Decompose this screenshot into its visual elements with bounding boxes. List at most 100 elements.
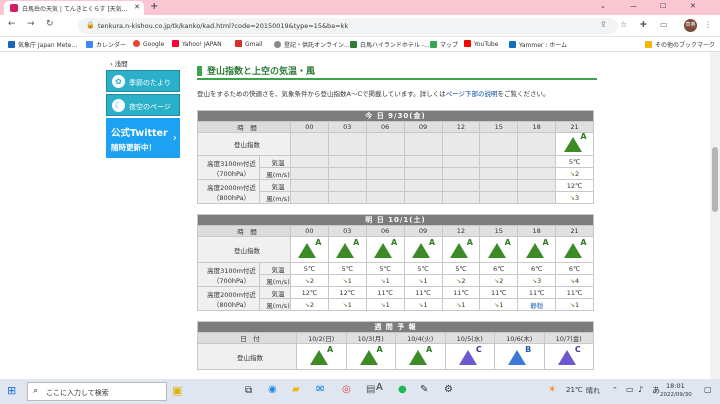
- tab-title: 白馬岳の天気 | てんきとくらす [天気...: [22, 6, 128, 13]
- back-icon[interactable]: ←: [8, 19, 16, 29]
- settings-gear-icon[interactable]: ⚙: [444, 384, 453, 395]
- menu-icon[interactable]: ⋮: [704, 20, 712, 29]
- bookmark-hakuba-hotel[interactable]: 白馬ハイランドホテル -...: [350, 40, 430, 49]
- tomorrow-temp2000-row: 高度2000m付近 （800hPa） 気温 12℃ 12℃ 11℃ 11℃ 11℃ 11℃ 1…: [197, 286, 594, 311]
- app-icon[interactable]: ▤: [366, 384, 375, 395]
- star-icon[interactable]: ☆: [620, 20, 627, 29]
- mountain-icon: A: [374, 238, 397, 258]
- mountain-icon: A: [487, 238, 511, 258]
- nav-link-asama[interactable]: › 浅間: [106, 58, 180, 70]
- today-time-row: 時 間 00 03 06 09 12 15 18 21: [197, 121, 594, 133]
- reading-list-icon[interactable]: ▭: [660, 20, 668, 29]
- weekly-index-row: 登山指数 A A A C B C: [197, 343, 594, 370]
- yahoo-icon: [172, 40, 179, 47]
- pen-icon[interactable]: ✎: [420, 384, 428, 395]
- today-temp3100: 5℃: [555, 155, 594, 168]
- mountain-icon: A: [563, 238, 587, 258]
- tv-widget-icon[interactable]: ▣: [172, 384, 182, 397]
- night-sky-button[interactable]: ☾ 夜空のページ: [106, 94, 180, 116]
- mail-icon[interactable]: ✉: [316, 384, 324, 395]
- new-tab-icon[interactable]: +: [150, 1, 158, 12]
- today-index-21: A: [555, 132, 594, 156]
- scrollbar-thumb[interactable]: [712, 147, 718, 212]
- ime-text-icon[interactable]: A: [376, 382, 383, 393]
- main-section: 登山指数と上空の気温・風 登山をするための快適さを、気象条件から登山指数A〜Cで…: [197, 64, 597, 370]
- minimize-icon[interactable]: —: [630, 2, 637, 10]
- mountain-icon: A: [525, 238, 549, 258]
- twitter-button[interactable]: 公式Twitter 随時更新中！ ›: [106, 118, 180, 158]
- mountain-icon: B: [508, 345, 531, 365]
- gmail-icon: [235, 40, 242, 47]
- spotify-icon[interactable]: ●: [398, 384, 407, 395]
- site-favicon: [10, 4, 18, 12]
- mountain-icon: A: [298, 238, 321, 258]
- ime-indicator[interactable]: あ: [652, 385, 660, 396]
- mountain-icon: A: [412, 238, 435, 258]
- bookmark-gmail[interactable]: Gmail: [235, 40, 263, 48]
- bookmark-other[interactable]: その他のブックマーク: [645, 40, 715, 49]
- tab-strip: 白馬岳の天気 | てんきとくらす [天気... ✕ + ⌄ — ☐ ✕: [0, 0, 720, 15]
- bookmark-calendar[interactable]: カレンダー: [86, 40, 126, 49]
- moon-icon: ☾: [112, 99, 125, 112]
- page-content: › 浅間 ✿ 季節のたより ☾ 夜空のページ 公式Twitter 随時更新中！ …: [0, 52, 710, 379]
- weather-temp[interactable]: 21℃: [566, 386, 583, 394]
- bookmark-google[interactable]: Google: [133, 40, 164, 48]
- description-link[interactable]: ページ下部の説明: [446, 90, 498, 98]
- extensions-icon[interactable]: ✚: [640, 20, 647, 29]
- close-tab-icon[interactable]: ✕: [134, 3, 140, 11]
- avatar[interactable]: 草英: [684, 19, 697, 32]
- address-toolbar: ← → ↻ 🔒 tenkura.n-kishou.co.jp/tk/kanko/…: [0, 15, 720, 37]
- today-wind3100: ➘2: [555, 167, 594, 180]
- forward-icon[interactable]: →: [27, 19, 35, 29]
- notifications-icon[interactable]: ▢: [704, 385, 712, 394]
- chrome-icon[interactable]: ◎: [342, 384, 351, 395]
- network-icon[interactable]: ▭: [626, 385, 634, 394]
- weekly-table: 週 間 予 報 日 付 10/2(日) 10/3(月) 10/4(火) 10/5(水)…: [197, 321, 594, 370]
- url-bar[interactable]: 🔒 tenkura.n-kishou.co.jp/tk/kanko/kad.ht…: [78, 18, 618, 34]
- weekly-date-row: 日 付 10/2(日) 10/3(月) 10/4(火) 10/5(水) 10/6(木) 1…: [197, 332, 594, 344]
- mountain-icon: A: [310, 345, 333, 365]
- lock-icon: 🔒: [86, 21, 95, 29]
- clock-date[interactable]: 2022/09/30: [660, 392, 692, 398]
- mountain-icon: A: [409, 345, 432, 365]
- bookmark-yahoo[interactable]: Yahoo! JAPAN: [172, 40, 222, 48]
- jma-icon: [8, 41, 15, 48]
- bookmark-youtube[interactable]: YouTube: [464, 40, 498, 48]
- bookmark-maps[interactable]: マップ: [430, 40, 458, 49]
- youtube-icon: [464, 40, 471, 47]
- weather-condition[interactable]: 晴れ: [586, 386, 600, 396]
- edge-icon[interactable]: ◉: [268, 384, 277, 395]
- scrollbar[interactable]: [710, 52, 720, 379]
- explorer-icon[interactable]: ▰: [292, 384, 300, 395]
- url-text: tenkura.n-kishou.co.jp/tk/kanko/kad.html…: [98, 22, 349, 30]
- tab-search-icon[interactable]: ⌄: [600, 2, 606, 10]
- maximize-icon[interactable]: ☐: [660, 2, 666, 10]
- bookmarks-bar: 気象庁 Japan Mete... カレンダー Google Yahoo! JA…: [0, 37, 720, 52]
- volume-icon[interactable]: ♪: [638, 385, 643, 394]
- share-icon[interactable]: ⇪: [600, 20, 607, 29]
- hotel-icon: [350, 41, 357, 48]
- taskbar: ⊞ ⌕ ここに入力して検索 ▣ ⧉ ◉ ▰ ✉ ◎ ▤ A ● ✎ ⚙ ☀ 21…: [0, 379, 720, 404]
- tray-chevron-icon[interactable]: ⌃: [612, 386, 618, 394]
- tomorrow-title: 明 日 10/1(土): [197, 214, 594, 226]
- tomorrow-table: 明 日 10/1(土) 時 間 00 03 06 09 12 15 18 21 登山指数 A …: [197, 214, 594, 311]
- task-view-icon[interactable]: ⧉: [245, 385, 252, 396]
- tomorrow-time-row: 時 間 00 03 06 09 12 15 18 21: [197, 225, 594, 237]
- page-title: 登山指数と上空の気温・風: [197, 64, 597, 80]
- map-icon: [430, 41, 437, 48]
- clock-time[interactable]: 18:01: [666, 382, 685, 390]
- bookmark-registry[interactable]: 登記・供託オンライン...: [274, 40, 350, 49]
- mountain-icon: C: [557, 345, 581, 365]
- windows-start-icon[interactable]: ⊞: [7, 384, 16, 397]
- flower-icon: ✿: [112, 75, 125, 88]
- reload-icon[interactable]: ↻: [46, 19, 54, 29]
- browser-tab[interactable]: 白馬岳の天気 | てんきとくらす [天気... ✕: [4, 1, 144, 15]
- mountain-icon: A: [336, 238, 359, 258]
- search-input[interactable]: ⌕ ここに入力して検索: [27, 382, 167, 401]
- bookmark-yammer[interactable]: Yammer : ホーム: [509, 40, 567, 49]
- mountain-icon: A: [449, 238, 473, 258]
- close-window-icon[interactable]: ✕: [690, 2, 696, 10]
- weather-sun-icon: ☀: [548, 385, 557, 395]
- seasonal-news-button[interactable]: ✿ 季節のたより: [106, 70, 180, 92]
- bookmark-jma[interactable]: 気象庁 Japan Mete...: [8, 40, 77, 49]
